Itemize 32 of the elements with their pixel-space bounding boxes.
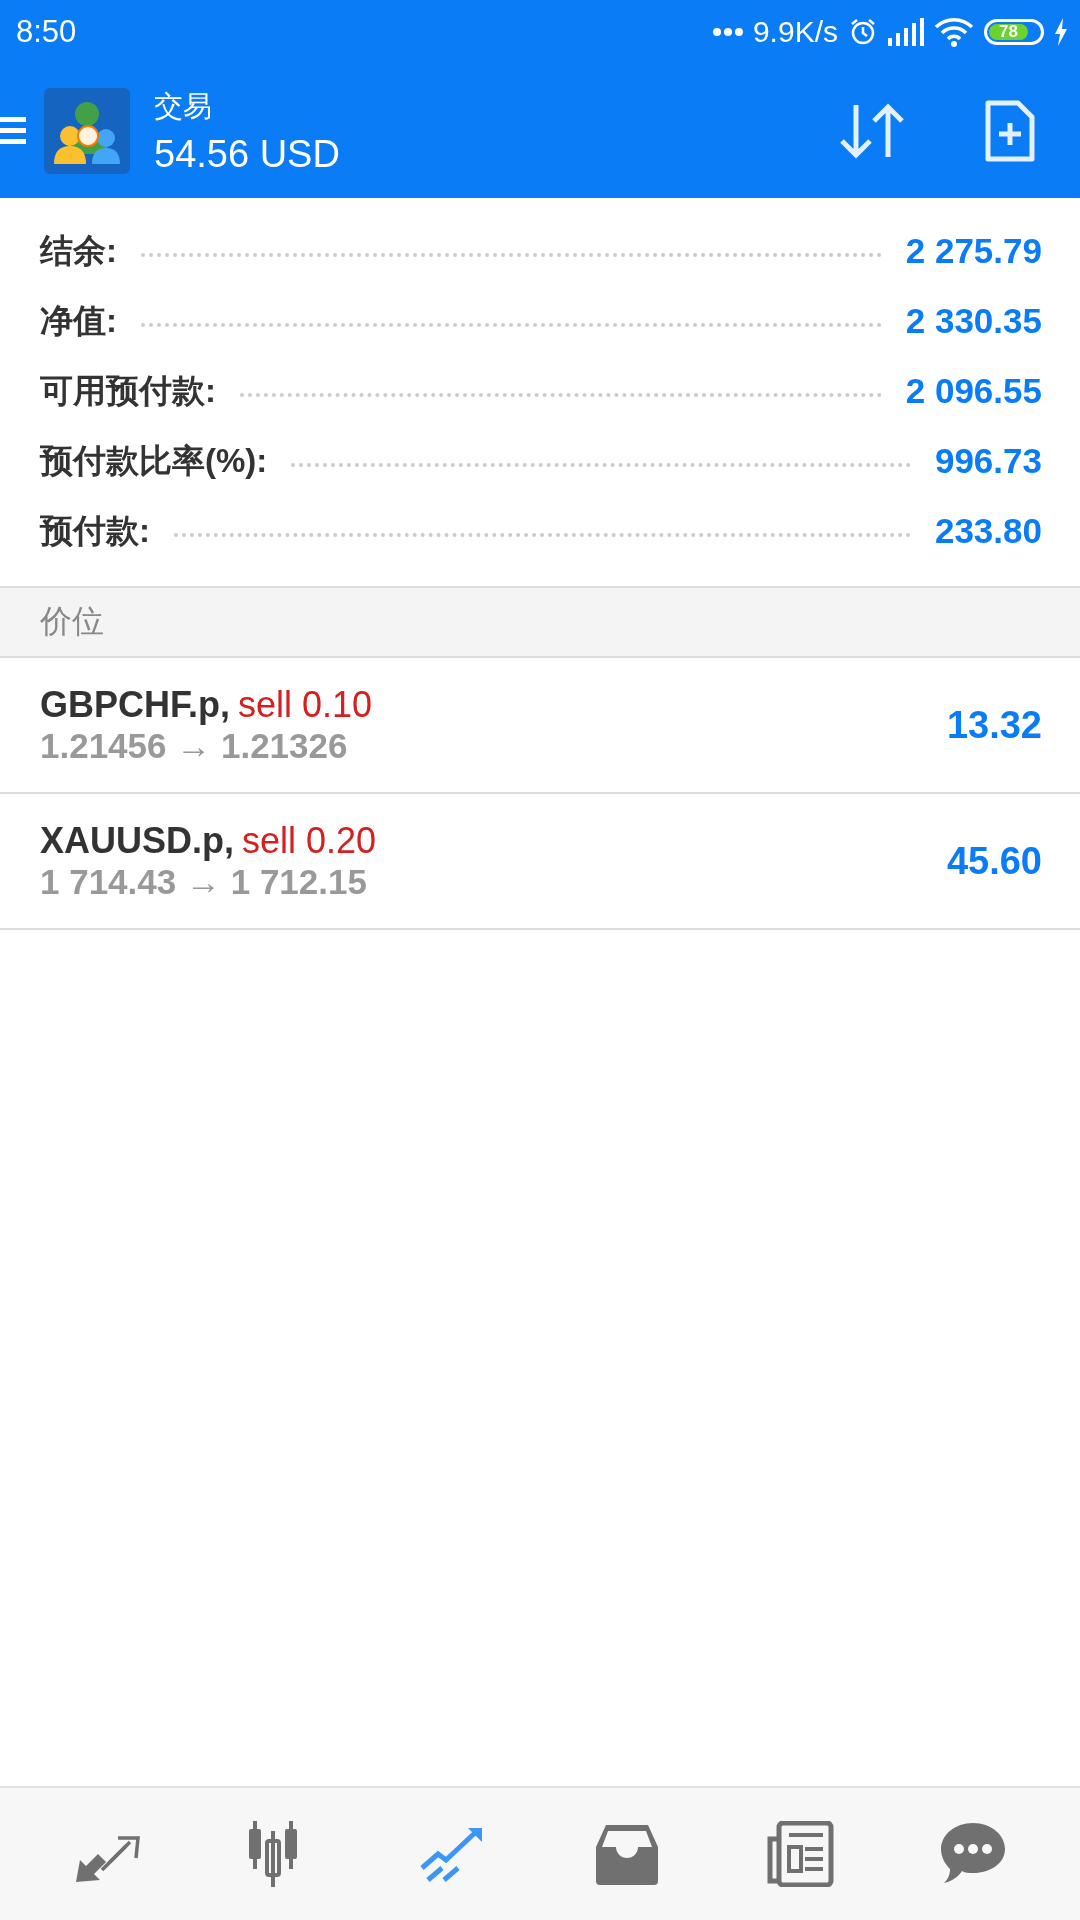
summary-value: 2 096.55	[905, 371, 1042, 411]
position-prices: 1.21456 → 1.21326	[40, 726, 349, 766]
section-header: 价位	[0, 588, 1080, 658]
order-type: sell 0.10	[238, 684, 373, 726]
summary-label: 预付款比率(%):	[40, 440, 268, 481]
summary-value: 2 330.35	[905, 301, 1042, 341]
signal-icon	[888, 18, 924, 46]
new-order-icon[interactable]	[984, 99, 1036, 163]
position-profit: 45.60	[946, 839, 1042, 883]
account-profit: 54.56 USD	[154, 132, 341, 176]
position-row[interactable]: GBPCHF.p, sell 0.10 1.21456 → 1.21326 13.32	[0, 658, 1080, 794]
wifi-icon	[934, 17, 974, 47]
position-row[interactable]: XAUUSD.p, sell 0.20 1 714.43 → 1 712.15 45.60	[0, 794, 1080, 930]
order-type: sell 0.20	[242, 820, 377, 862]
summary-value: 2 275.79	[905, 231, 1042, 271]
position-symbol: XAUUSD.p,	[40, 820, 234, 862]
battery-icon: 78	[984, 19, 1044, 45]
summary-label: 结余:	[40, 230, 117, 271]
summary-value: 233.80	[934, 511, 1042, 551]
network-speed: 9.9K/s	[752, 15, 838, 49]
screen-title: 交易	[154, 88, 213, 124]
position-prices: 1 714.43 → 1 712.15	[40, 862, 368, 902]
more-dots-icon	[712, 27, 743, 37]
summary-label: 预付款:	[40, 510, 150, 551]
app-logo-icon	[44, 88, 130, 174]
summary-label: 可用预付款:	[40, 370, 216, 411]
position-profit: 13.32	[946, 703, 1042, 747]
summary-value: 996.73	[934, 441, 1042, 481]
status-time: 8:50	[16, 14, 77, 50]
charging-icon	[1054, 18, 1068, 46]
summary-label: 净值:	[40, 300, 117, 341]
position-symbol: GBPCHF.p,	[40, 684, 230, 726]
